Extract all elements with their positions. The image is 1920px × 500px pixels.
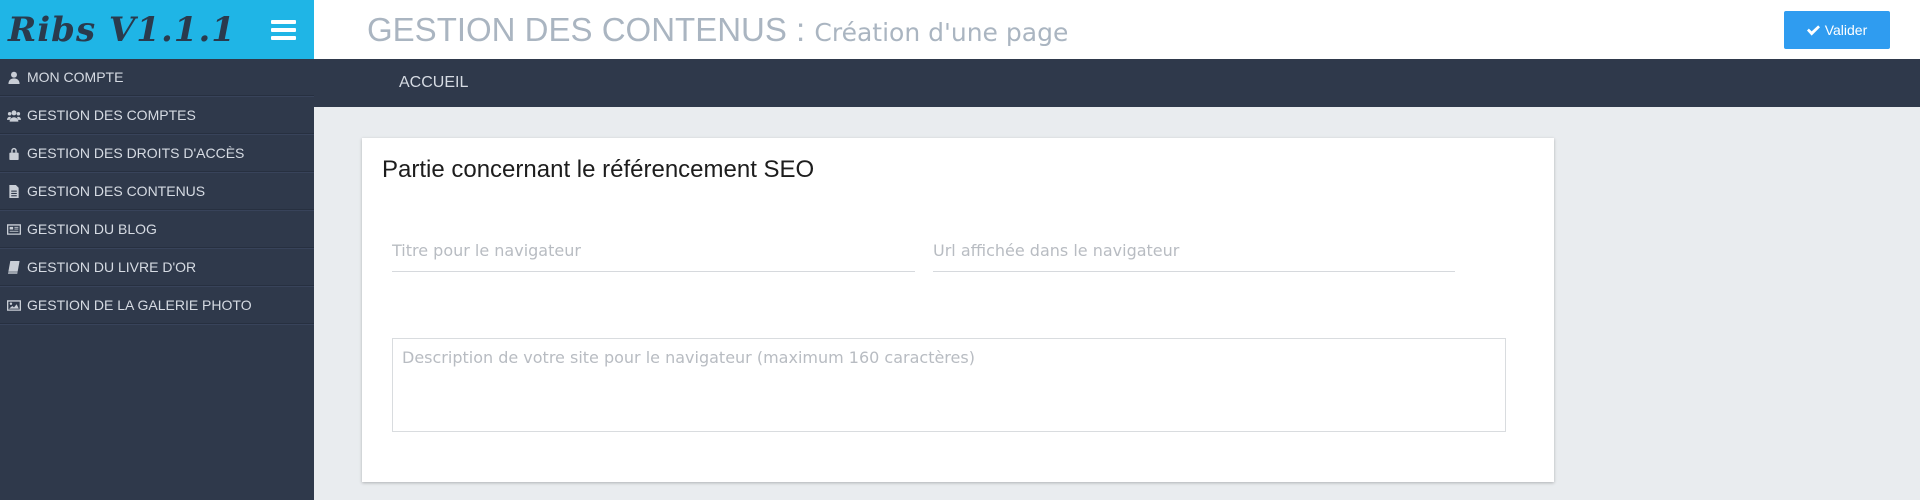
- app-logo[interactable]: Ribs V1.1.1: [8, 10, 236, 50]
- valider-button-label: Valider: [1824, 22, 1868, 38]
- file-icon: [6, 184, 22, 198]
- sidebar-item-label: MON COMPTE: [27, 69, 124, 85]
- top-header: GESTION DES CONTENUS : Création d'une pa…: [314, 0, 1920, 59]
- page-title-separator: :: [786, 11, 815, 48]
- sidebar-item-gestion-comptes[interactable]: GESTION DES COMPTES: [0, 97, 314, 134]
- browser-title-input[interactable]: [392, 236, 915, 272]
- newspaper-icon: [6, 222, 22, 236]
- sidebar: MON COMPTE GESTION DES COMPTES GESTION D…: [0, 59, 314, 500]
- sidebar-item-livre-or[interactable]: GESTION DU LIVRE D'OR: [0, 249, 314, 286]
- sidebar-item-label: GESTION DE LA GALERIE PHOTO: [27, 297, 252, 313]
- page-title-main: GESTION DES CONTENUS: [367, 11, 787, 48]
- book-icon: [6, 260, 22, 274]
- users-icon: [6, 108, 22, 122]
- user-icon: [6, 70, 22, 84]
- seo-card-title: Partie concernant le référencement SEO: [382, 156, 815, 183]
- sidebar-item-galerie-photo[interactable]: GESTION DE LA GALERIE PHOTO: [0, 287, 314, 324]
- browser-url-input[interactable]: [933, 236, 1455, 272]
- check-icon: [1806, 24, 1820, 36]
- seo-card: Partie concernant le référencement SEO: [362, 138, 1554, 482]
- sidebar-item-label: GESTION DES CONTENUS: [27, 183, 206, 199]
- sidebar-item-gestion-contenus[interactable]: GESTION DES CONTENUS: [0, 173, 314, 210]
- sidebar-item-mon-compte[interactable]: MON COMPTE: [0, 59, 314, 96]
- sidebar-item-label: GESTION DU LIVRE D'OR: [27, 259, 197, 275]
- sidebar-item-label: GESTION DES COMPTES: [27, 107, 196, 123]
- hamburger-menu-icon[interactable]: [271, 19, 296, 40]
- sidebar-item-gestion-blog[interactable]: GESTION DU BLOG: [0, 211, 314, 248]
- lock-icon: [6, 146, 22, 160]
- sidebar-item-label: GESTION DES DROITS D'ACCÈS: [27, 145, 245, 161]
- image-icon: [6, 298, 22, 312]
- valider-button[interactable]: Valider: [1784, 11, 1890, 49]
- page-title: GESTION DES CONTENUS : Création d'une pa…: [367, 11, 1068, 49]
- sidebar-item-label: GESTION DU BLOG: [27, 221, 157, 237]
- breadcrumb: ACCUEIL: [314, 59, 1920, 107]
- logo-bar: Ribs V1.1.1: [0, 0, 314, 59]
- sidebar-item-droits-acces[interactable]: GESTION DES DROITS D'ACCÈS: [0, 135, 314, 172]
- page-title-sub: Création d'une page: [814, 18, 1069, 47]
- site-description-textarea[interactable]: [392, 338, 1506, 432]
- breadcrumb-accueil-link[interactable]: ACCUEIL: [399, 74, 468, 92]
